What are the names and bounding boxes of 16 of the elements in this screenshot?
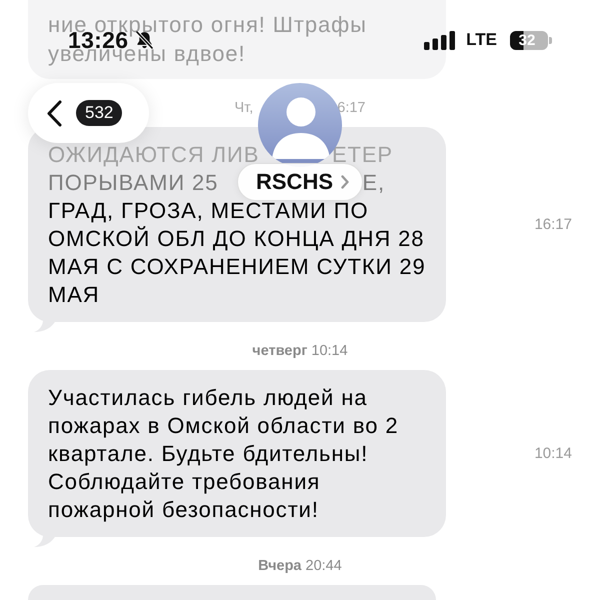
timestamp-label: четверг 10:14: [252, 343, 348, 359]
message-text: Е,: [362, 169, 385, 197]
chevron-left-icon: [46, 100, 62, 126]
chevron-right-icon: [341, 175, 350, 189]
message-text: Участилась гибель людей на пожарах в Омской области во 2 квартале. Будьте бдительны! Соблюдайте требования пожарной безопасности!: [48, 384, 400, 524]
message-time: 16:17: [534, 216, 572, 233]
unread-count-badge: 532: [76, 100, 122, 126]
timestamp-label: Чт,: [234, 100, 254, 116]
timestamp-label: Вчера 20:44: [258, 558, 342, 574]
message-text: ПОРЫВАМИ 25: [48, 169, 218, 197]
contact-name-button[interactable]: RSCHS: [237, 163, 363, 201]
signal-icon: [424, 30, 456, 50]
timestamp-label: 6:17: [337, 100, 366, 116]
network-type-label: LTE: [466, 30, 497, 50]
back-button[interactable]: 532: [28, 83, 149, 143]
message-time: 10:14: [534, 445, 572, 462]
